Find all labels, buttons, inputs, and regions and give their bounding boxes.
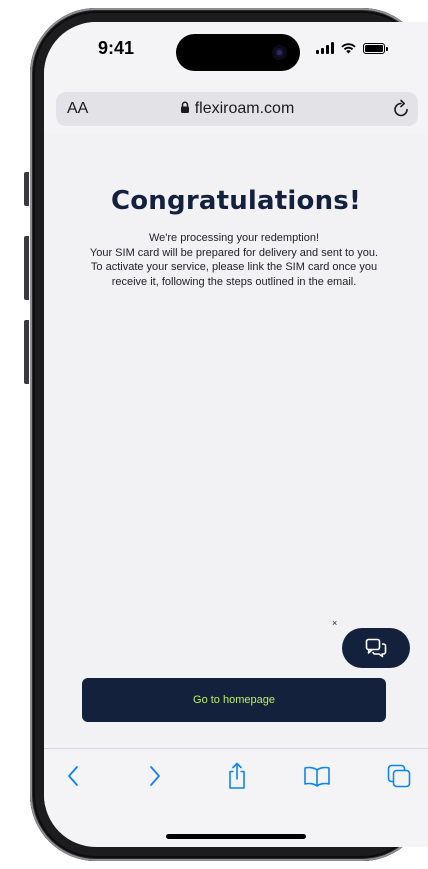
status-bar: 9:41 (44, 22, 428, 78)
forward-button[interactable] (140, 761, 170, 791)
chat-bubbles-icon (365, 638, 387, 658)
browser-toolbar (44, 748, 428, 805)
volume-up-button (24, 236, 29, 300)
battery-icon (363, 42, 388, 54)
chevron-right-icon (150, 766, 160, 786)
bookmarks-icon (304, 766, 330, 787)
home-indicator (166, 834, 306, 839)
chat-close-button[interactable]: × (332, 618, 337, 628)
chevron-left-icon (68, 766, 78, 786)
url-field[interactable]: flexiroam.com (56, 100, 418, 118)
volume-down-button (24, 320, 29, 384)
address-bar[interactable]: AA flexiroam.com (56, 92, 418, 126)
dynamic-island (176, 34, 300, 71)
status-icons (316, 42, 388, 54)
status-time: 9:41 (98, 38, 135, 58)
camera-icon (272, 45, 287, 60)
cellular-signal-icon (316, 42, 334, 54)
tabs-icon (387, 764, 411, 788)
confirmation-message: We're processing your redemption! Your S… (84, 231, 384, 289)
share-button[interactable] (222, 761, 252, 791)
back-button[interactable] (58, 761, 88, 791)
screen: 9:41 AA flexiroam.com Congratulations! W… (44, 22, 428, 847)
url-text: flexiroam.com (194, 100, 295, 117)
tabs-button[interactable] (384, 761, 414, 791)
message-line-1: We're processing your redemption! (148, 232, 320, 244)
reload-button[interactable] (392, 99, 410, 124)
bookmarks-button[interactable] (302, 761, 332, 791)
action-button (24, 172, 29, 206)
page-title: Congratulations! (110, 186, 362, 216)
chat-button[interactable] (342, 628, 410, 668)
go-to-homepage-button[interactable]: Go to homepage (82, 678, 386, 722)
wifi-icon (341, 43, 356, 54)
share-icon (229, 762, 245, 789)
reload-icon (394, 99, 408, 117)
message-line-2: Your SIM card will be prepared for deliv… (89, 246, 379, 288)
lock-icon (180, 101, 189, 113)
web-content: Congratulations! We're processing your r… (44, 134, 428, 744)
